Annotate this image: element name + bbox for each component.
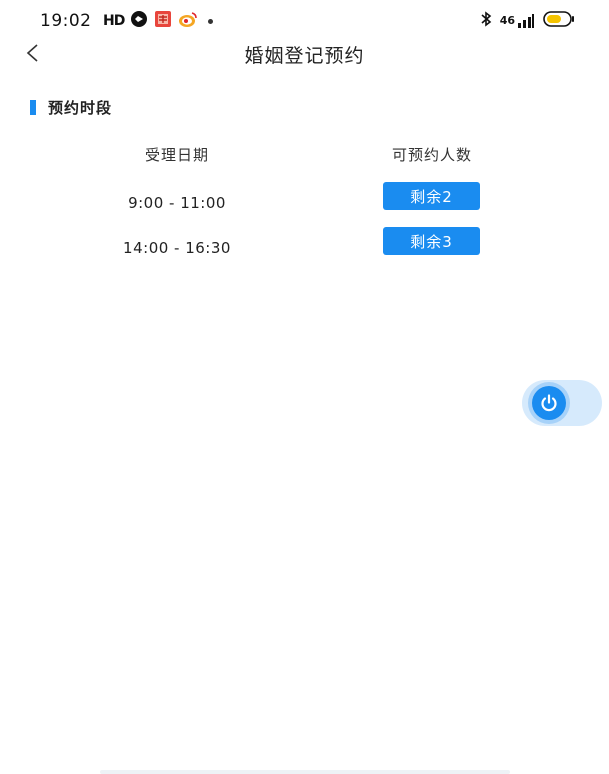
power-icon	[541, 394, 557, 412]
signal-icon: 46	[500, 14, 535, 28]
status-right-icons: 46	[480, 10, 575, 32]
timeslot-table: 受理日期 可预约人数 9:00 - 11:00 剩余2 14:00 - 16:3…	[0, 138, 609, 272]
float-power-core	[532, 386, 566, 420]
status-time: 19:02	[40, 11, 92, 31]
table-header: 受理日期 可预约人数	[0, 138, 609, 168]
float-power-button[interactable]	[522, 380, 602, 426]
status-bar: 19:02 HD 46	[0, 0, 609, 40]
header-date: 受理日期	[144, 146, 209, 164]
dot-icon	[208, 18, 214, 24]
header-count: 可预约人数	[391, 146, 472, 164]
weibo-icon	[178, 10, 198, 32]
battery-icon	[543, 11, 575, 31]
section-header: 预约时段	[30, 96, 112, 118]
bluetooth-icon	[480, 11, 492, 31]
section-title: 预约时段	[48, 98, 113, 117]
title-bar: 婚姻登记预约	[0, 36, 609, 72]
slot-time: 9:00 - 11:00	[128, 194, 226, 212]
remain-button[interactable]: 剩余3	[383, 227, 480, 255]
slot-time: 14:00 - 16:30	[123, 239, 231, 257]
red-app-icon	[154, 10, 172, 32]
table-row: 14:00 - 16:30 剩余3	[0, 227, 609, 272]
section-accent-bar	[30, 99, 36, 115]
hd-icon: HD	[103, 13, 125, 29]
remain-button[interactable]: 剩余2	[383, 182, 480, 210]
home-indicator	[100, 770, 510, 774]
status-left-icons: HD	[103, 10, 214, 32]
page-title: 婚姻登记预约	[244, 45, 365, 67]
circle-app-icon	[130, 10, 148, 32]
table-row: 9:00 - 11:00 剩余2	[0, 182, 609, 227]
